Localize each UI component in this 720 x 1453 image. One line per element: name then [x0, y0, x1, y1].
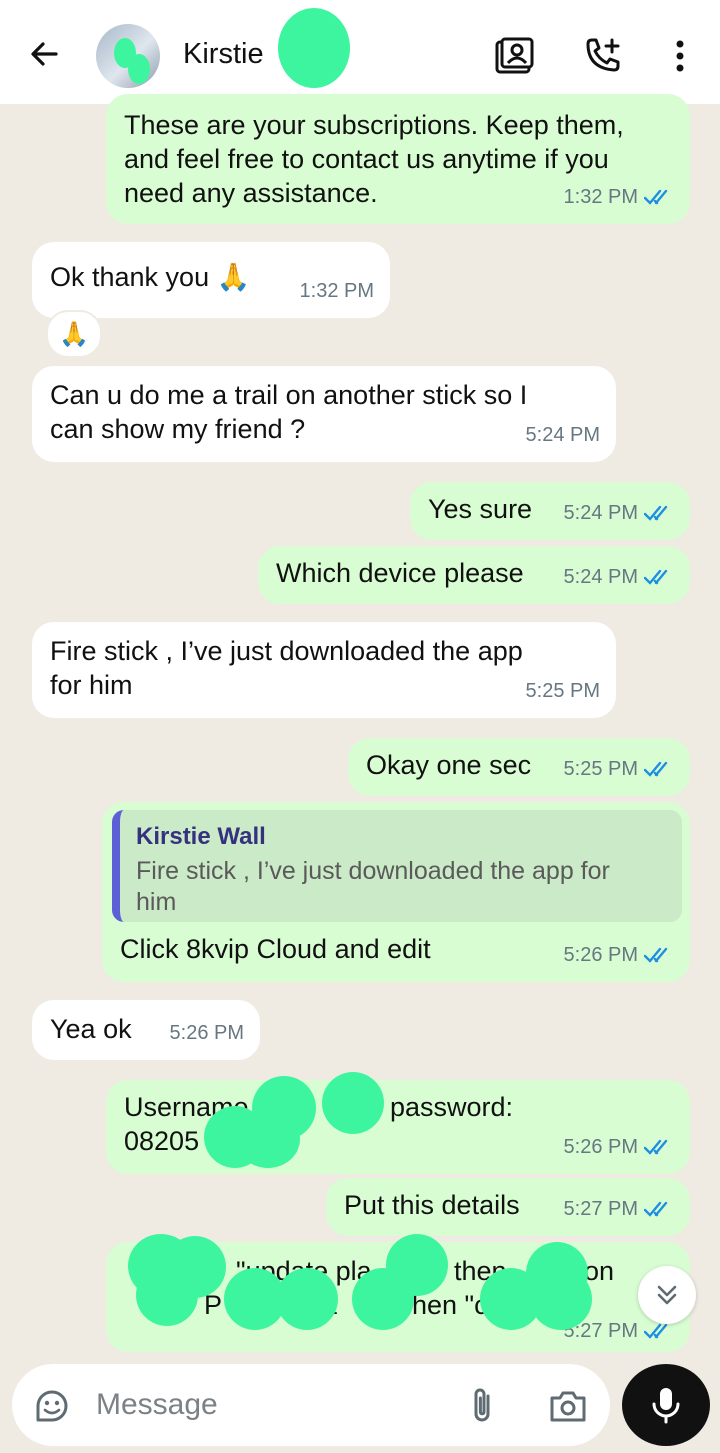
scroll-to-bottom-button[interactable]: [638, 1266, 696, 1324]
redaction-blot: [278, 8, 350, 88]
message-text: for him: [50, 670, 133, 700]
quoted-message[interactable]: Kirstie Wall Fire stick , I’ve just down…: [112, 810, 682, 922]
message-time: 5:26 PM: [563, 1136, 638, 1158]
message-text: Okay one sec: [366, 750, 532, 780]
redaction-blot: [530, 1268, 592, 1330]
redaction-blot: [386, 1234, 448, 1296]
add-call-icon[interactable]: [582, 36, 622, 76]
message-text: on: [584, 1256, 615, 1286]
read-receipt-icon: [644, 569, 668, 585]
message-bubble-outgoing[interactable]: These are your subscriptions. Keep them,…: [106, 94, 690, 224]
message-reaction[interactable]: 🙏: [46, 310, 102, 358]
message-text: Ok thank you 🙏: [50, 262, 251, 292]
sticker-icon[interactable]: [32, 1386, 72, 1426]
message-bubble-outgoing[interactable]: Put this details 5:27 PM: [326, 1178, 690, 1236]
message-bubble-incoming[interactable]: Yea ok 5:26 PM: [32, 1000, 260, 1060]
message-text: Yea ok: [50, 1014, 132, 1044]
video-call-icon[interactable]: [494, 36, 534, 76]
message-text: can show my friend ?: [50, 414, 306, 444]
camera-icon[interactable]: [548, 1388, 588, 1424]
message-text: Can u do me a trail on another stick so …: [50, 380, 528, 410]
message-text: Which device please: [276, 558, 524, 588]
message-bubble-outgoing[interactable]: Username password: 08205 5:26 PM: [106, 1072, 690, 1174]
message-time: 5:26 PM: [563, 944, 638, 966]
read-receipt-icon: [644, 761, 668, 777]
message-text: These are your subscriptions. Keep them,: [124, 110, 624, 140]
quoted-sender: Kirstie Wall: [136, 823, 266, 850]
microphone-icon: [652, 1388, 680, 1424]
read-receipt-icon: [644, 947, 668, 963]
message-time: 5:24 PM: [563, 502, 638, 524]
message-text: and feel free to contact us anytime if y…: [124, 144, 609, 174]
contact-name[interactable]: Kirstie: [183, 38, 264, 71]
message-time: 1:32 PM: [299, 280, 374, 302]
attachment-icon[interactable]: [468, 1386, 498, 1426]
read-receipt-icon: [644, 505, 668, 521]
message-time: 5:25 PM: [525, 680, 600, 702]
redaction-blot: [276, 1268, 338, 1330]
contact-avatar[interactable]: [96, 24, 160, 88]
message-time: 1:32 PM: [563, 186, 638, 208]
message-time: 5:24 PM: [525, 424, 600, 446]
message-bubble-outgoing[interactable]: "update pla then on P a hen "c 5:27 PM: [106, 1234, 690, 1352]
chat-header: Kirstie: [0, 0, 720, 104]
read-receipt-icon: [644, 1201, 668, 1217]
message-text: password:: [390, 1092, 514, 1122]
more-options-icon[interactable]: [660, 36, 700, 76]
message-time: 5:26 PM: [169, 1022, 244, 1044]
voice-message-button[interactable]: [622, 1364, 710, 1446]
message-bubble-incoming[interactable]: Fire stick , I’ve just downloaded the ap…: [32, 622, 616, 718]
read-receipt-icon: [644, 1139, 668, 1155]
message-text: need any assistance.: [124, 178, 378, 208]
back-arrow-icon[interactable]: [26, 36, 62, 72]
message-text: 08205: [124, 1126, 200, 1156]
message-bubble-incoming[interactable]: Ok thank you 🙏 1:32 PM: [32, 242, 390, 318]
double-chevron-down-icon: [657, 1285, 677, 1305]
message-input[interactable]: Message: [96, 1388, 218, 1422]
message-time: 5:27 PM: [563, 1198, 638, 1220]
message-text: Put this details: [344, 1190, 520, 1220]
message-text: Yes sure: [428, 494, 533, 524]
message-bubble-outgoing[interactable]: Okay one sec 5:25 PM: [348, 738, 690, 796]
message-bubble-outgoing[interactable]: Which device please 5:24 PM: [258, 546, 690, 604]
message-bubble-outgoing[interactable]: Yes sure 5:24 PM: [410, 482, 690, 540]
redaction-blot: [136, 1264, 198, 1326]
message-text: Fire stick , I’ve just downloaded the ap…: [50, 636, 523, 666]
message-bubble-incoming[interactable]: Can u do me a trail on another stick so …: [32, 366, 616, 462]
message-time: 5:24 PM: [563, 566, 638, 588]
redaction-blot: [322, 1072, 384, 1134]
message-composer: Message: [12, 1364, 610, 1446]
message-time: 5:25 PM: [563, 758, 638, 780]
read-receipt-icon: [644, 1323, 668, 1339]
redaction-blot: [236, 1110, 300, 1168]
message-text: Click 8kvip Cloud and edit: [120, 934, 431, 964]
message-bubble-outgoing[interactable]: Kirstie Wall Fire stick , I’ve just down…: [102, 802, 690, 982]
quoted-text: Fire stick , I’ve just downloaded the ap…: [136, 857, 610, 916]
read-receipt-icon: [644, 189, 668, 205]
